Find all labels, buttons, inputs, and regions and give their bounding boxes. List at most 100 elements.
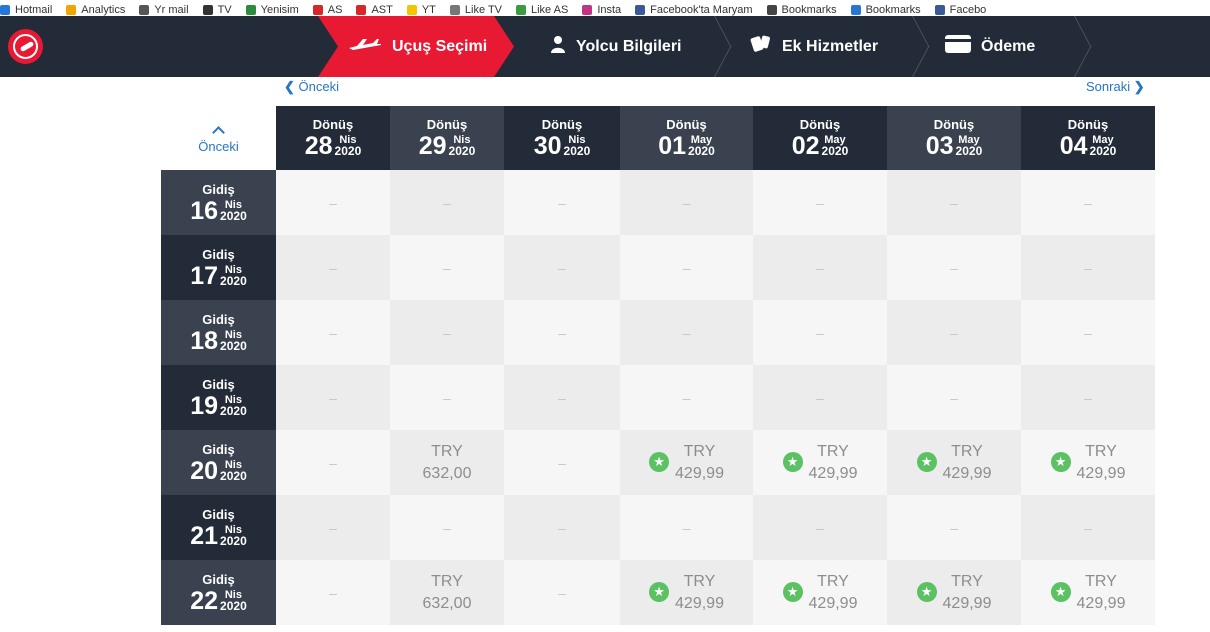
fare-cell-empty: –: [620, 365, 753, 430]
bookmark-label: AST: [371, 4, 393, 16]
star-icon: ★: [649, 582, 670, 602]
fare-cell-empty: –: [887, 300, 1021, 365]
day-number: 02: [791, 132, 820, 160]
bookmark-item[interactable]: AST: [356, 4, 393, 16]
fare-cell[interactable]: TRY 632,00: [390, 560, 504, 625]
bookmark-item[interactable]: Bookmarks: [766, 4, 837, 16]
month-year: May 2020: [1089, 135, 1117, 158]
return-date-header: Dönüş 30 Nis 2020: [504, 106, 620, 170]
fare-cell[interactable]: ★ TRY 429,99: [887, 430, 1021, 495]
date-value: 17 Nis 2020: [190, 263, 247, 289]
step-card[interactable]: Ödeme: [945, 16, 1035, 77]
day-number: 30: [533, 132, 562, 160]
no-fare-dash: –: [950, 519, 958, 536]
step-tag[interactable]: Ek Hizmetler: [750, 16, 878, 77]
bookmark-item[interactable]: YT: [406, 4, 436, 16]
prev-return-dates-link[interactable]: ❮ Önceki: [284, 79, 339, 95]
year: 2020: [220, 533, 247, 548]
fare-cell-empty: –: [753, 495, 887, 560]
bookmark-item[interactable]: Hotmail: [0, 4, 52, 16]
star-icon: ★: [916, 452, 937, 472]
bookmark-label: Facebo: [949, 4, 987, 16]
day-number: 28: [304, 132, 333, 160]
fare-cell[interactable]: ★ TRY 429,99: [753, 560, 887, 625]
fare-amount: 632,00: [422, 594, 472, 612]
departure-date-header: Gidiş 18 Nis 2020: [161, 300, 276, 365]
fare-cell-empty: –: [1021, 170, 1155, 235]
fare-price: TRY 429,99: [809, 571, 858, 615]
bookmark-icon: [934, 5, 945, 16]
bookmark-icon: [582, 5, 593, 16]
fare-content: ★ TRY 429,99: [649, 571, 724, 615]
date-type-label: Dönüş: [541, 117, 583, 132]
date-type-label: Dönüş: [426, 117, 468, 132]
chevron-up-icon: [212, 125, 225, 139]
fare-price: TRY 429,99: [809, 441, 858, 485]
bookmark-item[interactable]: Bookmarks: [850, 4, 921, 16]
date-value: 30 Nis 2020: [534, 133, 591, 159]
fare-currency: TRY: [431, 572, 463, 590]
no-fare-dash: –: [1084, 519, 1092, 536]
step-plane[interactable]: Uçuş Seçimi: [318, 16, 514, 77]
date-type-label: Gidiş: [202, 571, 235, 587]
person-icon: [550, 35, 566, 58]
fare-cell[interactable]: TRY 632,00: [390, 430, 504, 495]
no-fare-dash: –: [682, 389, 691, 406]
bookmark-item[interactable]: Facebo: [934, 4, 987, 16]
bookmarks-bar: Hotmail Analytics Yr mail TV Yenisim AS AST YT L…: [0, 0, 1210, 16]
bookmark-label: YT: [421, 4, 436, 16]
date-value: 01 May 2020: [658, 133, 715, 159]
airline-logo[interactable]: [8, 29, 43, 64]
year: 2020: [563, 144, 591, 158]
bookmark-item[interactable]: AS: [312, 4, 342, 16]
booking-header: Uçuş Seçimi Yolcu Bilgileri Ek Hizmetler Öd…: [0, 16, 1210, 77]
fare-cell[interactable]: ★ TRY 429,99: [620, 560, 753, 625]
bookmark-icon: [356, 5, 367, 16]
fare-cell[interactable]: ★ TRY 429,99: [753, 430, 887, 495]
bookmark-label: Insta: [597, 4, 622, 16]
bookmark-item[interactable]: TV: [202, 4, 232, 16]
date-value: 20 Nis 2020: [190, 458, 247, 484]
prev-departure-dates-link[interactable]: Önceki: [161, 106, 276, 170]
year: 2020: [220, 468, 247, 483]
star-icon: ★: [649, 452, 670, 472]
bookmark-item[interactable]: Facebook'ta Maryam: [635, 4, 753, 16]
bookmark-item[interactable]: Like AS: [516, 4, 568, 16]
no-fare-dash: –: [329, 389, 337, 406]
date-type-label: Gidiş: [202, 376, 235, 392]
no-fare-dash: –: [682, 519, 691, 536]
no-fare-dash: –: [950, 389, 958, 406]
bookmark-item[interactable]: Insta: [582, 4, 621, 16]
bookmark-item[interactable]: Yenisim: [245, 4, 299, 16]
fare-cell[interactable]: ★ TRY 429,99: [887, 560, 1021, 625]
step-person[interactable]: Yolcu Bilgileri: [550, 16, 682, 77]
bookmark-icon: [406, 5, 417, 16]
year: 2020: [334, 144, 362, 158]
bookmark-item[interactable]: Like TV: [449, 4, 502, 16]
fare-currency: TRY: [1085, 442, 1117, 460]
no-fare-dash: –: [682, 259, 691, 276]
fare-price: TRY 632,00: [423, 571, 472, 615]
fare-cell-empty: –: [1021, 300, 1155, 365]
fare-cell[interactable]: ★ TRY 429,99: [1021, 430, 1155, 495]
fare-content: ★ TRY 429,99: [649, 441, 724, 485]
bookmark-label: Analytics: [81, 4, 126, 16]
fare-cell-empty: –: [504, 300, 620, 365]
year: 2020: [220, 403, 247, 418]
date-type-label: Dönüş: [666, 117, 707, 132]
fare-cell-empty: –: [504, 365, 620, 430]
chevron-right-icon: ❯: [1133, 79, 1145, 94]
fare-currency: TRY: [683, 572, 716, 590]
fare-cell[interactable]: ★ TRY 429,99: [620, 430, 753, 495]
fare-cell[interactable]: ★ TRY 429,99: [1021, 560, 1155, 625]
bookmark-item[interactable]: Analytics: [66, 4, 125, 16]
return-date-header: Dönüş 04 May 2020: [1021, 106, 1155, 170]
no-fare-dash: –: [558, 454, 566, 471]
year: 2020: [1089, 144, 1117, 158]
bookmark-item[interactable]: Yr mail: [139, 4, 189, 16]
next-return-dates-link[interactable]: Sonraki ❯: [1086, 79, 1145, 95]
plane-icon: [348, 37, 382, 56]
fare-cell-empty: –: [276, 495, 390, 560]
no-fare-dash: –: [329, 194, 337, 211]
date-value: 18 Nis 2020: [190, 328, 247, 354]
